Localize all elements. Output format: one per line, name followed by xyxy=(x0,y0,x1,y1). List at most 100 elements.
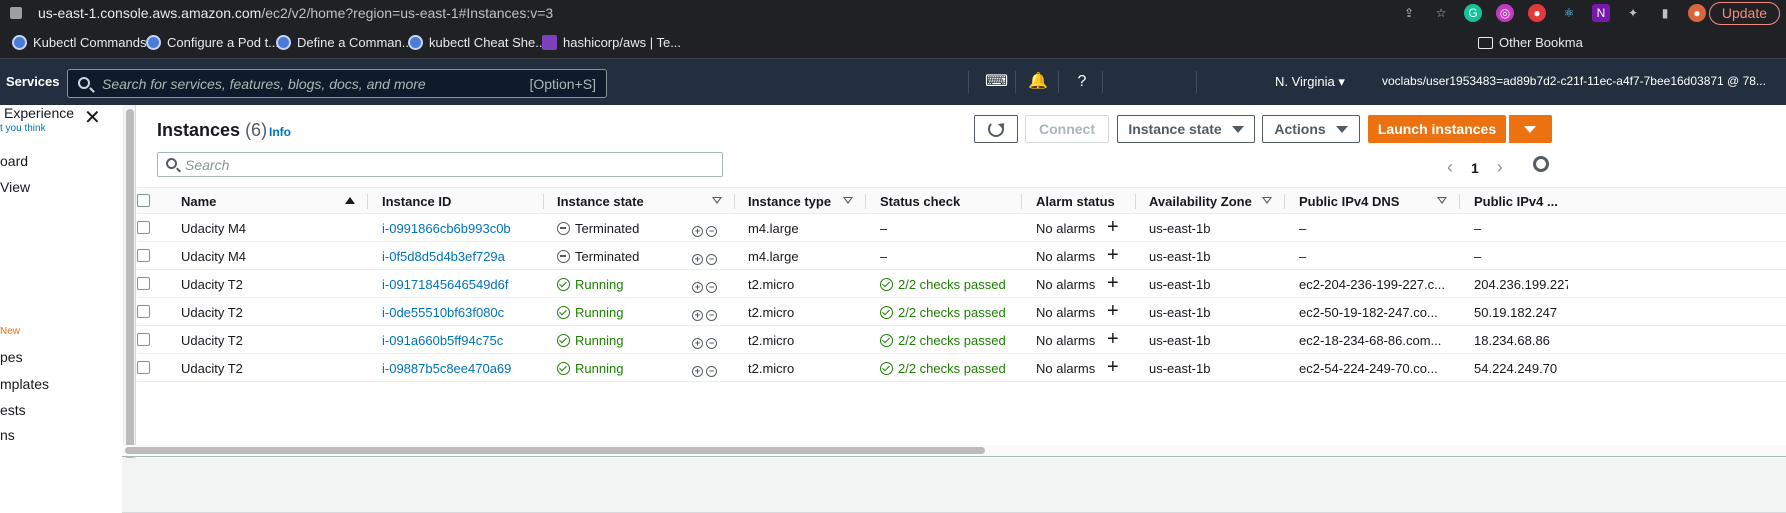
column-divider[interactable] xyxy=(734,194,735,209)
sidebar-feedback-link[interactable]: t you think xyxy=(0,123,46,134)
cell-instance-id-link[interactable]: i-0991866cb6b993c0b xyxy=(382,221,511,236)
account-menu[interactable]: voclabs/user1953483=ad89b7d2-c21f-11ec-a… xyxy=(1382,74,1766,88)
header-instance-type[interactable]: Instance type xyxy=(748,194,831,209)
select-all-checkbox[interactable] xyxy=(137,194,150,207)
cloudshell-icon[interactable]: ⌨ xyxy=(985,72,1008,92)
zoom-out-icon[interactable]: − xyxy=(706,338,717,349)
other-bookmarks[interactable]: Other Bookma xyxy=(1478,35,1583,50)
row-checkbox[interactable] xyxy=(137,305,150,318)
header-availability-zone[interactable]: Availability Zone xyxy=(1149,194,1252,209)
row-checkbox[interactable] xyxy=(137,249,150,262)
sidebar-item-savings-plans[interactable]: ns xyxy=(0,427,15,443)
extension-red-icon[interactable]: ● xyxy=(1528,4,1546,22)
refresh-button[interactable] xyxy=(974,115,1018,143)
cell-instance-id-link[interactable]: i-0f5d8d5d4b3ef729a xyxy=(382,249,505,264)
zoom-in-icon[interactable]: + xyxy=(692,310,703,321)
current-page[interactable]: 1 xyxy=(1471,160,1479,176)
table-row[interactable]: Udacity T2 i-0de55510bf63f080c Running + − t2… xyxy=(137,298,1786,326)
column-divider[interactable] xyxy=(1284,194,1285,209)
update-button[interactable]: Update xyxy=(1708,2,1780,25)
instances-search-input[interactable]: Search xyxy=(157,152,723,177)
sort-ascending-icon[interactable] xyxy=(345,197,355,204)
cell-instance-id-link[interactable]: i-091a660b5ff94c75c xyxy=(382,333,503,348)
horizontal-scrollbar[interactable] xyxy=(122,445,1786,457)
column-divider[interactable] xyxy=(543,194,544,209)
zoom-in-icon[interactable]: + xyxy=(692,282,703,293)
add-alarm-icon[interactable]: + xyxy=(1107,329,1119,349)
gear-icon[interactable] xyxy=(1533,156,1549,172)
help-icon[interactable]: ? xyxy=(1072,72,1092,92)
add-alarm-icon[interactable]: + xyxy=(1107,245,1119,265)
table-row[interactable]: Udacity T2 i-091a660b5ff94c75c Running + − t2… xyxy=(137,326,1786,354)
column-divider[interactable] xyxy=(367,194,368,209)
services-menu[interactable]: Services xyxy=(6,74,60,89)
grammarly-icon[interactable]: G xyxy=(1464,4,1482,22)
close-icon[interactable]: ✕ xyxy=(84,108,102,128)
sidebar-item-dashboard[interactable]: oard xyxy=(0,153,28,169)
zoom-in-icon[interactable]: + xyxy=(692,366,703,377)
sidepanel-icon[interactable]: ▮ xyxy=(1656,4,1674,22)
add-alarm-icon[interactable]: + xyxy=(1107,273,1119,293)
add-alarm-icon[interactable]: + xyxy=(1107,357,1119,377)
previous-page-icon[interactable]: ‹ xyxy=(1447,157,1453,178)
launch-instances-button[interactable]: Launch instances xyxy=(1368,115,1506,143)
zoom-in-icon[interactable]: + xyxy=(692,226,703,237)
cell-status-check[interactable]: 2/2 checks passed xyxy=(880,361,1006,376)
cell-instance-id-link[interactable]: i-0de55510bf63f080c xyxy=(382,305,504,320)
row-checkbox[interactable] xyxy=(137,333,150,346)
puzzle-icon[interactable]: ✦ xyxy=(1624,4,1642,22)
sidebar-item-instance-types[interactable]: pes xyxy=(0,349,23,365)
column-divider[interactable] xyxy=(1021,194,1022,209)
aws-search-input[interactable]: Search for services, features, blogs, do… xyxy=(67,69,607,98)
column-divider[interactable] xyxy=(865,194,866,209)
row-checkbox[interactable] xyxy=(137,221,150,234)
cell-status-check[interactable]: 2/2 checks passed xyxy=(880,305,1006,320)
browser-url-bar[interactable]: us-east-1.console.aws.amazon.com/ec2/v2/… xyxy=(0,0,1786,27)
header-instance-id[interactable]: Instance ID xyxy=(382,194,451,209)
zoom-out-icon[interactable]: − xyxy=(706,226,717,237)
scrollbar-thumb[interactable] xyxy=(126,109,134,495)
next-page-icon[interactable]: › xyxy=(1497,157,1503,178)
extension-purple-icon[interactable]: ◎ xyxy=(1496,4,1514,22)
share-icon[interactable]: ⇪ xyxy=(1400,4,1418,22)
info-link[interactable]: Info xyxy=(269,125,291,139)
bookmark-item[interactable]: kubectl Cheat She... xyxy=(408,35,546,50)
zoom-out-icon[interactable]: − xyxy=(706,310,717,321)
connect-button[interactable]: Connect xyxy=(1025,115,1109,143)
url-text[interactable]: us-east-1.console.aws.amazon.com/ec2/v2/… xyxy=(38,5,553,21)
sidebar-item-global-view[interactable]: View xyxy=(0,179,30,195)
header-public-ipv4[interactable]: Public IPv4 ... xyxy=(1474,194,1558,209)
bookmark-item[interactable]: Kubectl Commands xyxy=(12,35,146,50)
filter-icon[interactable] xyxy=(712,197,722,204)
launch-dropdown-button[interactable] xyxy=(1508,115,1552,143)
instance-state-button[interactable]: Instance state xyxy=(1117,115,1255,143)
filter-icon[interactable] xyxy=(1437,197,1447,204)
cell-instance-id-link[interactable]: i-09171845646549d6f xyxy=(382,277,509,292)
cell-status-check[interactable]: 2/2 checks passed xyxy=(880,333,1006,348)
onenote-icon[interactable]: N xyxy=(1592,4,1610,22)
table-row[interactable]: Udacity M4 i-0f5d8d5d4b3ef729a Terminated +… xyxy=(137,242,1786,270)
column-divider[interactable] xyxy=(1459,194,1460,209)
bookmark-item[interactable]: Configure a Pod t... xyxy=(146,35,279,50)
header-instance-state[interactable]: Instance state xyxy=(557,194,644,209)
table-row[interactable]: Udacity M4 i-0991866cb6b993c0b Terminated +… xyxy=(137,214,1786,242)
header-name[interactable]: Name xyxy=(181,194,216,209)
add-alarm-icon[interactable]: + xyxy=(1107,301,1119,321)
zoom-in-icon[interactable]: + xyxy=(692,338,703,349)
zoom-out-icon[interactable]: − xyxy=(706,366,717,377)
filter-icon[interactable] xyxy=(843,197,853,204)
row-checkbox[interactable] xyxy=(137,361,150,374)
cell-instance-id-link[interactable]: i-09887b5c8ee470a69 xyxy=(382,361,511,376)
cell-status-check[interactable]: 2/2 checks passed xyxy=(880,277,1006,292)
add-alarm-icon[interactable]: + xyxy=(1107,217,1119,237)
table-row[interactable]: Udacity T2 i-09171845646549d6f Running + − t2… xyxy=(137,270,1786,298)
zoom-out-icon[interactable]: − xyxy=(706,282,717,293)
sidebar-scrollbar[interactable] xyxy=(124,105,136,495)
zoom-out-icon[interactable]: − xyxy=(706,254,717,265)
zoom-in-icon[interactable]: + xyxy=(692,254,703,265)
star-icon[interactable]: ☆ xyxy=(1432,4,1450,22)
filter-icon[interactable] xyxy=(1262,197,1272,204)
sidebar-item-launch-templates[interactable]: mplates xyxy=(0,376,49,392)
table-row[interactable]: Udacity T2 i-09887b5c8ee470a69 Running + − t2… xyxy=(137,354,1786,382)
profile-avatar[interactable]: ● xyxy=(1688,4,1706,22)
